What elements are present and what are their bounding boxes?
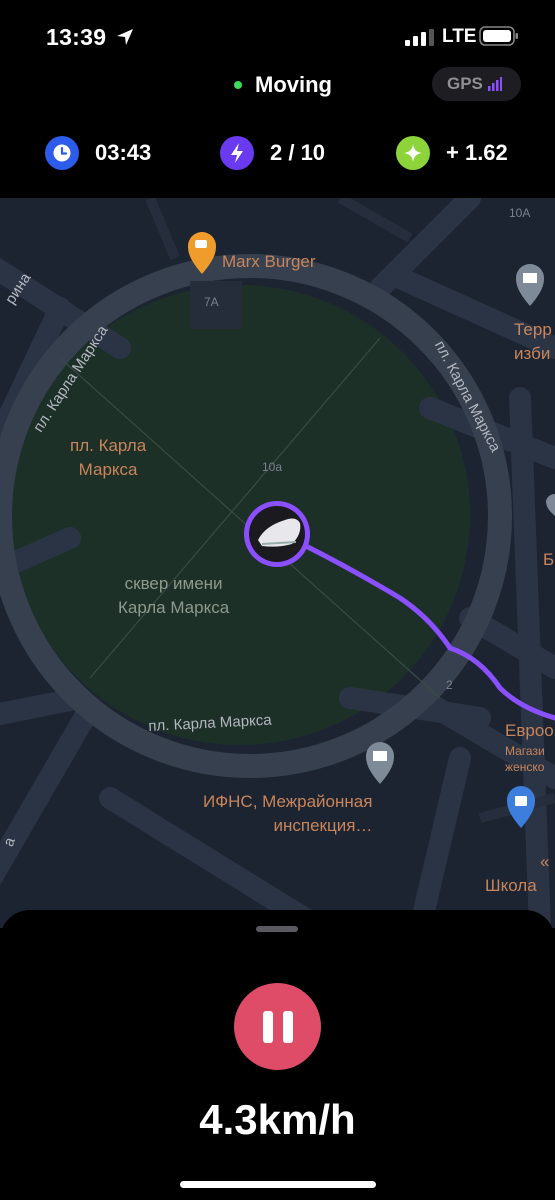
poi-shop[interactable]: Магази женско bbox=[505, 743, 545, 775]
poi-terr[interactable]: Терр изби bbox=[514, 318, 552, 366]
duration-value: 03:43 bbox=[95, 140, 152, 165]
government-pin-icon[interactable] bbox=[366, 742, 394, 784]
clock-icon bbox=[45, 136, 79, 170]
network-type: LTE bbox=[442, 26, 477, 47]
pause-button[interactable] bbox=[234, 983, 321, 1070]
poi-b: Б bbox=[543, 550, 555, 569]
cell-signal-icon bbox=[405, 29, 434, 46]
gps-label: GPS bbox=[447, 74, 483, 93]
home-indicator[interactable] bbox=[180, 1181, 376, 1188]
house-number: 10А bbox=[509, 206, 531, 220]
poi-karl-marx-square: пл. Карла Маркса bbox=[70, 436, 147, 479]
battery-icon bbox=[479, 26, 518, 46]
sheet-grabber[interactable] bbox=[256, 926, 298, 932]
poi-marx-burger[interactable]: Marx Burger bbox=[222, 250, 316, 274]
pause-icon-bar bbox=[282, 1010, 293, 1043]
user-location-marker[interactable] bbox=[244, 501, 310, 567]
activity-status: Moving bbox=[234, 72, 332, 98]
lightning-icon bbox=[220, 136, 254, 170]
poi-ifns[interactable]: ИФНС, Межрайонная инспекция… bbox=[203, 790, 372, 838]
clock-time: 13:39 bbox=[46, 24, 107, 50]
poi-evro[interactable]: Евроо bbox=[505, 719, 554, 743]
poi-quote: « bbox=[540, 852, 550, 871]
location-arrow-icon bbox=[117, 29, 133, 45]
poi-karl-marx-park: сквер имени Карла Маркса bbox=[118, 574, 230, 617]
gps-indicator[interactable]: GPS bbox=[432, 67, 521, 101]
stat-earnings: + 1.62 bbox=[396, 136, 508, 170]
house-number: 7А bbox=[204, 295, 219, 309]
house-number: 10а bbox=[262, 460, 283, 474]
bottom-sheet: 4.3km/h bbox=[0, 910, 555, 1200]
stat-duration: 03:43 bbox=[45, 136, 151, 170]
speed-readout: 4.3km/h bbox=[199, 1096, 356, 1143]
energy-value: 2 / 10 bbox=[270, 140, 326, 165]
status-bar: 13:39 LTE bbox=[0, 0, 555, 70]
stat-energy: 2 / 10 bbox=[220, 136, 325, 170]
poi-school[interactable]: Школа bbox=[485, 874, 537, 898]
status-dot-icon bbox=[234, 81, 242, 89]
map-view[interactable]: Marx Burger пл. Карла Маркса сквер имени К… bbox=[0, 198, 555, 928]
sparkle-icon bbox=[396, 136, 430, 170]
pause-icon bbox=[262, 1010, 273, 1043]
status-label: Moving bbox=[255, 72, 332, 97]
house-number: 2 bbox=[446, 678, 453, 692]
gps-signal-icon bbox=[487, 77, 502, 91]
earnings-value: + 1.62 bbox=[446, 140, 508, 165]
government-pin-icon[interactable] bbox=[516, 264, 544, 306]
